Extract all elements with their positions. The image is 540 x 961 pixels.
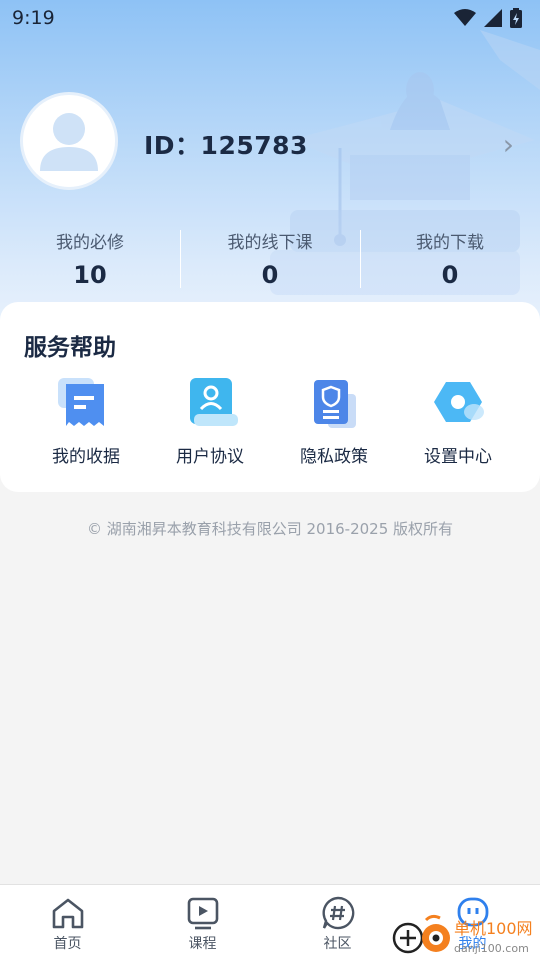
stat-offline-courses[interactable]: 我的线下课 0 [180,226,360,292]
status-time: 9:19 [12,7,55,29]
copyright-text: © 湖南湘昇本教育科技有限公司 2016-2025 版权所有 [86,520,454,538]
stat-label: 我的线下课 [227,233,313,253]
avatar[interactable] [20,92,118,190]
community-hash-icon [322,896,354,930]
user-id: ID：125783 [144,131,308,160]
site-watermark-logo: 单机100网 danji100.com [392,914,533,955]
service-label: 设置中心 [424,447,492,467]
stat-value: 0 [261,261,279,289]
watermark-text: 单机100网 [454,919,533,938]
section-title: 服务帮助 [24,335,116,361]
stats-row: 我的必修 10 我的线下课 0 我的下载 0 [0,226,540,292]
tab-label: 课程 [188,936,217,952]
wifi-icon [454,9,476,26]
course-play-icon [187,897,218,930]
service-item-receipts[interactable]: 我的收据 [24,378,148,467]
service-label: 用户协议 [176,447,244,467]
cell-signal-icon [484,9,502,27]
service-label: 我的收据 [52,447,120,467]
user-agreement-icon [190,378,238,426]
status-bar: 9:19 [0,0,540,36]
settings-hexagon-icon [434,382,484,422]
home-icon [52,898,83,929]
service-item-privacy-policy[interactable]: 隐私政策 [272,378,396,467]
default-avatar-icon [40,113,98,171]
service-item-settings[interactable]: 设置中心 [396,378,520,467]
tab-label: 社区 [323,936,352,952]
service-list: 我的收据 用户协议 隐私政策 设置中心 [0,378,540,467]
battery-charging-icon [510,8,522,28]
service-help-card: 服务帮助 我的收据 用户协议 隐私政策 设置中心 [0,302,540,492]
stat-value: 10 [73,261,107,289]
service-item-user-agreement[interactable]: 用户协议 [148,378,272,467]
tab-courses[interactable]: 课程 [135,885,270,961]
stat-required-courses[interactable]: 我的必修 10 [0,226,180,292]
profile-row[interactable]: ID：125783 › [20,92,520,196]
watermark-subtext: danji100.com [454,942,529,955]
system-icons [454,8,522,28]
service-label: 隐私政策 [300,447,368,467]
privacy-shield-icon [314,380,356,428]
tab-label: 首页 [53,936,82,952]
receipt-icon [58,378,104,426]
stat-label: 我的下载 [416,233,484,253]
tab-home[interactable]: 首页 [0,885,135,961]
stat-downloads[interactable]: 我的下载 0 [360,226,540,292]
stat-label: 我的必修 [56,233,124,253]
chevron-right-icon[interactable]: › [503,128,514,161]
tab-community[interactable]: 社区 [270,885,405,961]
stat-value: 0 [441,261,459,289]
